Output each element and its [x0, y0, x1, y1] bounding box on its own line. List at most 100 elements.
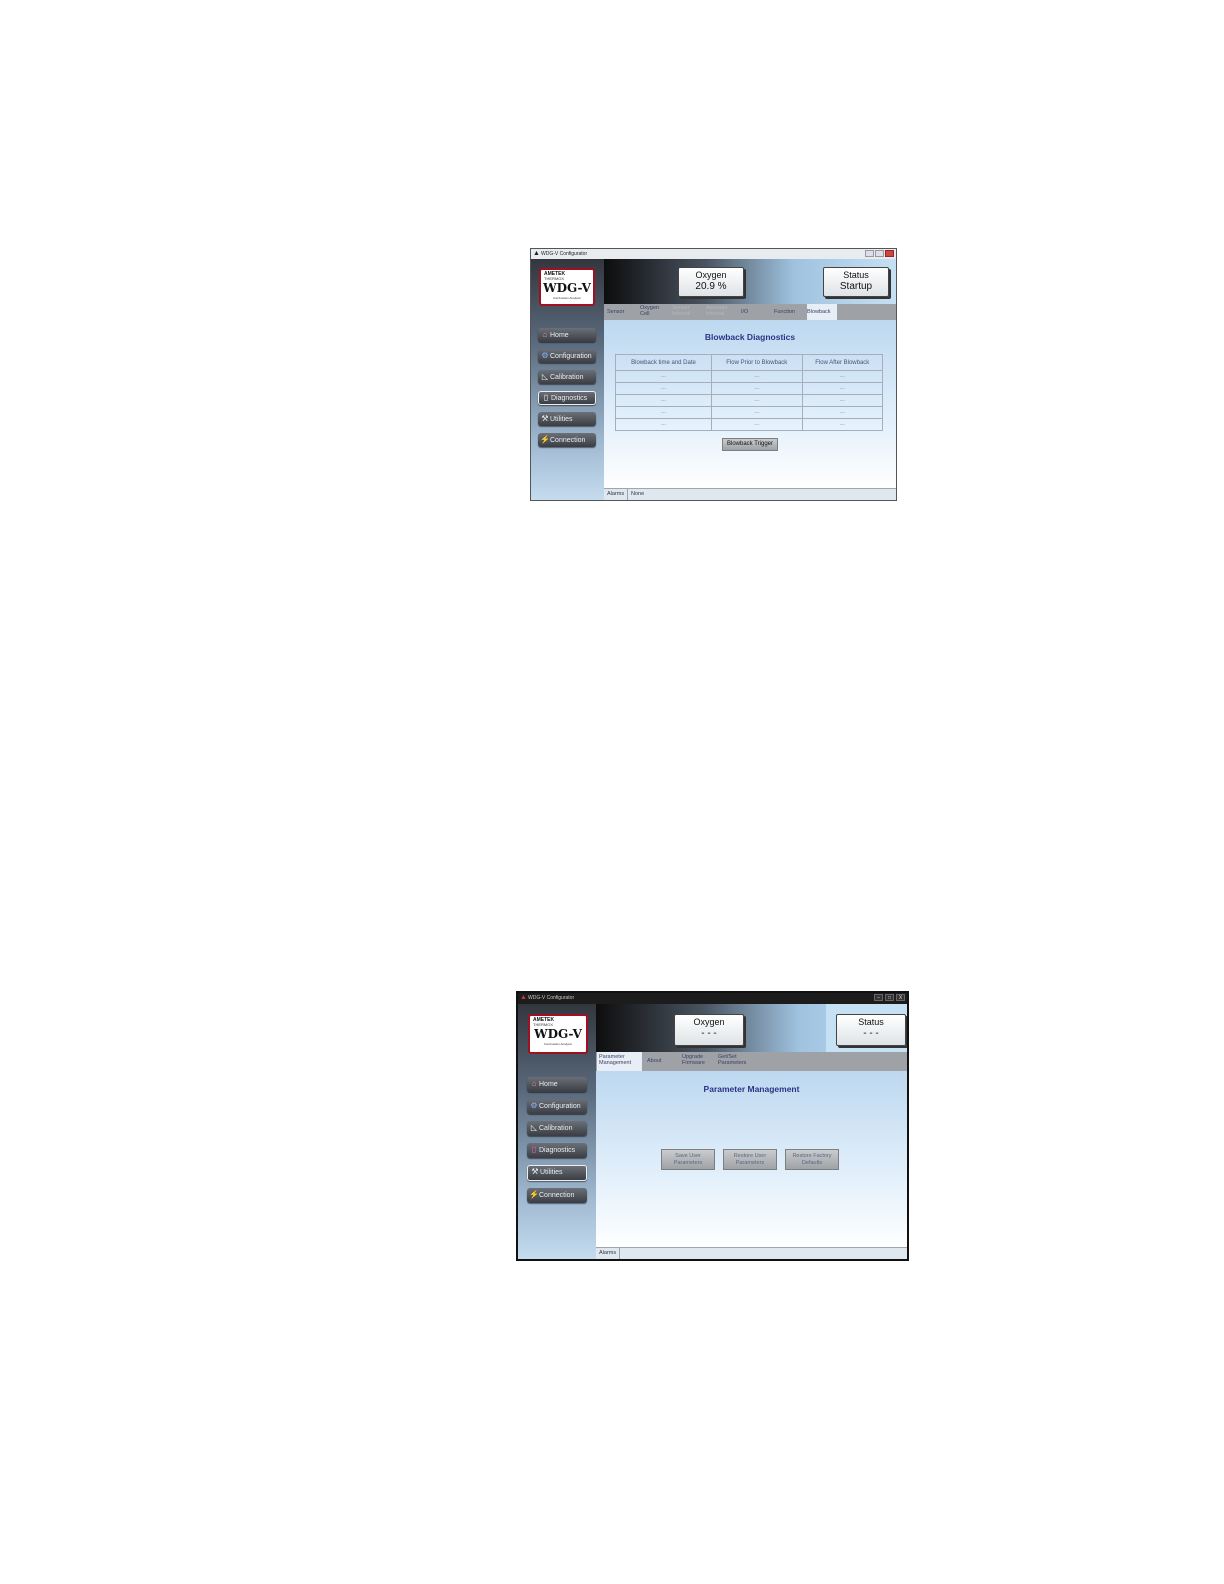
alarm-bar: Alarms None: [604, 488, 896, 500]
table-cell: ---: [615, 382, 712, 395]
blowback-table: Blowback time and Date Flow Prior to Blo…: [615, 354, 884, 431]
page-title: Blowback Diagnostics: [704, 332, 796, 342]
tab-get-set-parameters[interactable]: Get/Set Parameters: [718, 1054, 752, 1066]
table-header: Blowback time and Date Flow Prior to Blo…: [615, 354, 884, 371]
table-row: --- --- ---: [615, 382, 884, 395]
table-cell: ---: [615, 418, 712, 431]
nav-home-button[interactable]: ⌂ Home: [527, 1077, 587, 1092]
nav-diagnostics-button[interactable]: ▯ Diagnostics: [527, 1143, 587, 1158]
tab-oxygen-cell[interactable]: Oxygen Cell: [640, 305, 668, 317]
status-value: Startup: [839, 281, 873, 292]
restore-factory-defaults-button[interactable]: Restore Factory Defaults: [785, 1149, 839, 1170]
document-icon: ▯: [531, 1145, 537, 1154]
gear-icon: ⚙: [530, 1101, 538, 1110]
logo: AMETEK THERMOX WDG-V Combustion Analyzer: [539, 268, 595, 306]
column-header: Flow After Blowback: [801, 354, 884, 371]
nav-utilities-button[interactable]: ⚒Utilities: [527, 1165, 587, 1181]
parameter-management-screenshot: ▲ WDG-V Configurator – □ X AMETEK THERMO…: [516, 991, 909, 1261]
maximize-button[interactable]: [875, 250, 884, 257]
nav-utilities-button[interactable]: ⚒Utilities: [538, 412, 596, 426]
nav-label: Utilities: [550, 416, 573, 423]
nav-connection-button[interactable]: ⚡Connection: [527, 1188, 587, 1203]
nav-label: Calibration: [550, 374, 584, 381]
header-bar: Oxygen 20.9 % Status Startup: [604, 259, 896, 304]
document-icon: ▯: [543, 393, 549, 402]
app-icon: ▲: [520, 994, 527, 1001]
tab-io[interactable]: I/O: [741, 309, 765, 315]
nav-label: Utilities: [540, 1169, 563, 1176]
status-readout: Status Startup: [823, 267, 889, 297]
table-cell: ---: [710, 382, 803, 395]
table-row: --- --- ---: [615, 370, 884, 383]
nav-label: Configuration: [539, 1103, 581, 1110]
save-user-parameters-button[interactable]: Save User Parameters: [661, 1149, 715, 1170]
logo-subtitle: Combustion Analyzer: [552, 296, 582, 300]
tab-parameter-management[interactable]: Parameter Management: [597, 1052, 642, 1071]
oxygen-label: Oxygen: [693, 1017, 725, 1027]
nav-calibration-button[interactable]: ◺ Calibration: [527, 1121, 587, 1136]
nav-configuration-button[interactable]: ⚙Configuration: [527, 1099, 587, 1114]
blowback-diagnostics-screenshot: ▲ WDG-V Configurator AMETEK THERMOX WDG-…: [530, 248, 897, 501]
status-readout: Status - - -: [836, 1014, 906, 1046]
nav-connection-button[interactable]: ⚡Connection: [538, 433, 596, 447]
oxygen-value: 20.9 %: [695, 281, 727, 292]
table-cell: ---: [710, 394, 803, 407]
sidebar: AMETEK THERMOX WDG-V Combustion Analyzer…: [518, 1004, 596, 1259]
close-button[interactable]: X: [896, 994, 905, 1001]
status-value: - - -: [863, 1028, 879, 1039]
gear-icon: ⚙: [541, 351, 549, 360]
sidebar: AMETEK THERMOX WDG-V Combustion Analyzer…: [531, 259, 604, 500]
plug-icon: ⚡: [540, 435, 550, 444]
window-title: WDG-V Configurator: [528, 995, 575, 1001]
tab-aspirator-internal[interactable]: Aspirator Internal: [706, 305, 738, 317]
logo: AMETEK THERMOX WDG-V Combustion Analyzer: [528, 1014, 588, 1054]
logo-model: WDG-V: [534, 1027, 582, 1041]
table-cell: ---: [801, 394, 884, 407]
oxygen-readout: Oxygen - - -: [674, 1014, 744, 1046]
nav-label: Diagnostics: [539, 1147, 576, 1154]
nav-home-button[interactable]: ⌂ Home: [538, 328, 596, 342]
table-cell: ---: [710, 406, 803, 419]
tab-about[interactable]: About: [647, 1058, 671, 1064]
tab-sensor[interactable]: Sensor: [607, 309, 637, 315]
nav-label: Diagnostics: [551, 395, 588, 402]
oxygen-value: - - -: [701, 1028, 717, 1039]
table-cell: ---: [801, 382, 884, 395]
tab-function[interactable]: Function: [774, 309, 804, 315]
alarm-bar: Alarms: [596, 1247, 907, 1259]
nav-label: Configuration: [550, 353, 592, 360]
minimize-button[interactable]: –: [874, 994, 883, 1001]
tab-blowback[interactable]: Blowback: [807, 304, 837, 320]
alarms-label: Alarms: [596, 1248, 621, 1259]
column-header: Blowback time and Date: [615, 354, 712, 371]
tab-sensor-internal[interactable]: Sensor Internal: [672, 305, 702, 317]
minimize-button[interactable]: [865, 250, 874, 257]
column-header: Flow Prior to Blowback: [710, 354, 803, 371]
blowback-trigger-button[interactable]: Blowback Trigger: [722, 438, 778, 451]
nav-label: Home: [539, 1081, 558, 1088]
nav-configuration-button[interactable]: ⚙Configuration: [538, 349, 596, 363]
tab-bar: Parameter Management About Upgrade Firmw…: [596, 1052, 907, 1071]
table-row: --- --- ---: [615, 418, 884, 431]
maximize-button[interactable]: □: [885, 994, 894, 1001]
page-title: Parameter Management: [703, 1084, 800, 1094]
table-cell: ---: [615, 370, 712, 383]
table-cell: ---: [801, 370, 884, 383]
logo-subtitle: Combustion Analyzer: [543, 1042, 573, 1046]
restore-user-parameters-button[interactable]: Restore User Parameters: [723, 1149, 777, 1170]
main-content: Blowback Diagnostics Blowback time and D…: [604, 320, 896, 489]
tab-upgrade-firmware[interactable]: Upgrade Firmware: [682, 1054, 712, 1066]
calibration-icon: ◺: [530, 1123, 538, 1132]
nav-calibration-button[interactable]: ◺ Calibration: [538, 370, 596, 384]
close-button[interactable]: [885, 250, 894, 257]
nav-label: Connection: [550, 437, 586, 444]
oxygen-label: Oxygen: [695, 270, 727, 280]
nav-diagnostics-button[interactable]: ▯ Diagnostics: [538, 391, 596, 405]
alarms-value: None: [631, 491, 645, 497]
wrench-icon: ⚒: [531, 1167, 539, 1176]
table-row: --- --- ---: [615, 406, 884, 419]
header-bar: Oxygen - - - Status - - -: [596, 1004, 907, 1052]
table-cell: ---: [801, 418, 884, 431]
nav-label: Home: [550, 332, 569, 339]
home-icon: ⌂: [531, 1079, 537, 1088]
